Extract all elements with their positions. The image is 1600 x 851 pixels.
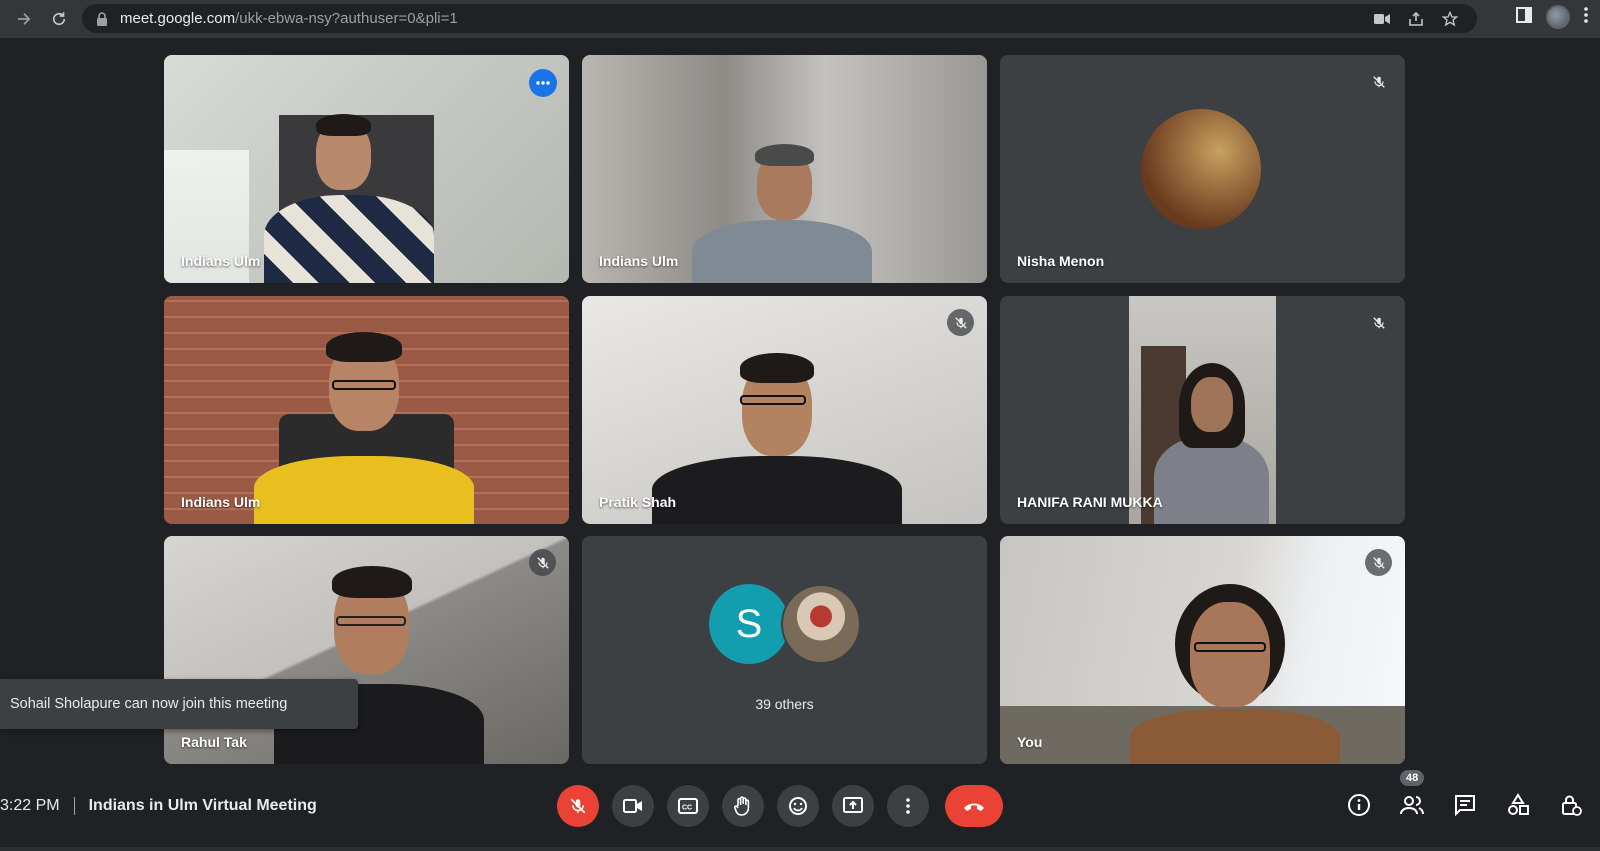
participant-name: Indians Ulm [181,253,261,269]
join-notification-toast: Sohail Sholapure can now join this meeti… [0,679,358,729]
mic-off-icon [1365,68,1392,95]
captions-button[interactable]: CC [667,785,709,827]
side-panel-controls: 48 [1346,770,1584,818]
participant-name: HANIFA RANI MUKKA [1017,494,1163,510]
star-icon[interactable] [1441,10,1459,28]
participant-tile[interactable]: Indians Ulm [164,55,569,283]
video-feed [582,55,987,283]
video-feed [582,296,987,524]
emoji-button[interactable] [777,785,819,827]
meeting-info-icon[interactable] [1346,792,1372,818]
present-button[interactable] [832,785,874,827]
participant-avatar [1141,109,1261,229]
participant-tile[interactable]: S 39 others [582,536,987,764]
mic-off-button[interactable] [557,785,599,827]
svg-text:CC: CC [682,805,692,812]
sidepanel-icon[interactable] [1516,6,1532,28]
video-feed [164,536,569,764]
participant-tile[interactable]: Indians Ulm [582,55,987,283]
participant-name: Rahul Tak [181,734,247,750]
activities-icon[interactable] [1505,792,1531,818]
url-path: /ukk-ebwa-nsy?authuser=0&pli=1 [235,10,458,27]
share-icon[interactable] [1407,10,1425,28]
leave-call-button[interactable] [945,785,1003,827]
participant-name: Nisha Menon [1017,253,1105,269]
mic-off-icon [529,549,556,576]
lock-icon[interactable] [96,11,110,26]
divider [73,797,75,815]
participant-name: You [1017,734,1043,750]
participant-tile[interactable]: Nisha Menon [1000,55,1405,283]
video-feed [164,55,569,283]
profile-avatar[interactable] [1546,5,1570,29]
reload-icon[interactable] [45,5,73,33]
camera-button[interactable] [612,785,654,827]
others-count-label: 39 others [755,696,814,712]
participant-count-badge: 48 [1400,770,1425,786]
video-feed [1000,536,1405,764]
mic-off-icon [947,309,974,336]
browser-toolbar: meet.google.com/ukk-ebwa-nsy?authuser=0&… [0,0,1600,38]
video-feed [1129,296,1276,524]
participant-avatar [781,584,861,664]
menu-dots-icon[interactable] [1584,6,1588,28]
people-icon[interactable]: 48 [1399,770,1425,818]
mic-off-icon [1365,549,1392,576]
meeting-title: Indians in Ulm Virtual Meeting [88,797,317,814]
back-arrow-icon[interactable] [10,5,38,33]
meeting-details: 3:22 PM Indians in Ulm Virtual Meeting [0,792,317,820]
call-controls: CC [557,785,1003,827]
mic-off-icon [1365,309,1392,336]
camera-icon[interactable] [1373,10,1391,28]
bottom-scroll-strip [0,847,1600,851]
toast-text: Sohail Sholapure can now join this meeti… [10,696,288,712]
tile-options-button[interactable] [529,69,557,97]
more-options-button[interactable] [887,785,929,827]
participant-tile[interactable]: Pratik Shah [582,296,987,524]
clock-time: 3:22 PM [0,797,60,814]
participant-tile[interactable]: HANIFA RANI MUKKA [1000,296,1405,524]
participant-tile[interactable]: Rahul Tak [164,536,569,764]
participant-avatar-letter: S [709,584,789,664]
video-feed [164,296,569,524]
raise-hand-button[interactable] [722,785,764,827]
url-host: meet.google.com [120,10,236,27]
participant-tile[interactable]: Indians Ulm [164,296,569,524]
participant-name: Pratik Shah [599,494,677,510]
address-bar[interactable]: meet.google.com/ukk-ebwa-nsy?authuser=0&… [82,4,1477,33]
participant-name: Indians Ulm [181,494,261,510]
participant-tile[interactable]: You [1000,536,1405,764]
chat-icon[interactable] [1452,792,1478,818]
participant-name: Indians Ulm [599,253,679,269]
host-controls-icon[interactable] [1558,792,1584,818]
